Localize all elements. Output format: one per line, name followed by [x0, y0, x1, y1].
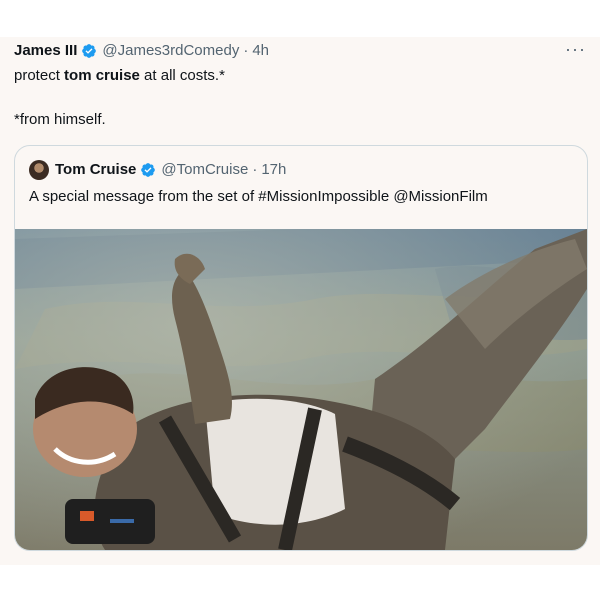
- tweet-text-bold: tom cruise: [64, 67, 140, 84]
- quoted-author-handle[interactable]: @TomCruise: [161, 160, 248, 180]
- tweet-card[interactable]: James III @James3rdComedy · 4h ··· prote…: [0, 37, 600, 565]
- quoted-tweet[interactable]: Tom Cruise @TomCruise · 17h A special me…: [14, 145, 588, 551]
- verified-badge-icon: [141, 163, 156, 177]
- quoted-author-name[interactable]: Tom Cruise: [55, 160, 136, 180]
- author-name[interactable]: James III: [14, 41, 77, 61]
- tweet-header: James III @James3rdComedy · 4h: [14, 41, 269, 61]
- skydiver-image: [15, 229, 587, 550]
- tweet-text: protect tom cruise at all costs.*: [14, 65, 225, 87]
- tweet-text-line2: *from himself.: [14, 111, 106, 128]
- quoted-tweet-header: Tom Cruise @TomCruise · 17h: [29, 160, 286, 180]
- separator-dot: ·: [243, 42, 249, 59]
- tweet-timestamp[interactable]: 4h: [252, 41, 269, 61]
- tweet-text-post: at all costs.*: [139, 67, 225, 84]
- video-still[interactable]: [15, 229, 587, 550]
- avatar[interactable]: [29, 160, 49, 180]
- tweet-text-pre: protect: [14, 67, 65, 84]
- separator-dot: ·: [252, 161, 258, 178]
- author-handle[interactable]: @James3rdComedy: [102, 41, 239, 61]
- verified-badge-icon: [82, 44, 97, 58]
- more-options-icon[interactable]: ···: [565, 39, 586, 60]
- quoted-tweet-text: A special message from the set of #Missi…: [29, 188, 488, 205]
- quoted-tweet-timestamp[interactable]: 17h: [261, 160, 286, 180]
